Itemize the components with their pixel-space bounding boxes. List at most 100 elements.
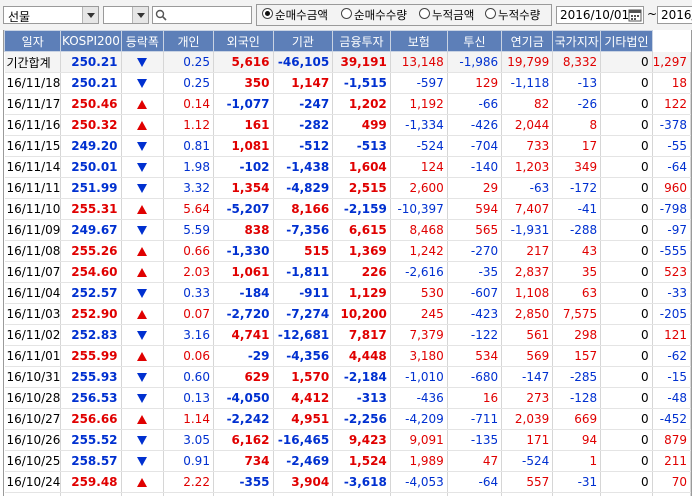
table-row[interactable]: 16/10/28 256.53 0.13 -4,050 4,412 -313 -436 16 2…: [4, 387, 691, 409]
cell-ins: 16: [447, 387, 503, 409]
cell-date: 16/11/10: [4, 198, 62, 220]
cell-ind: 5,616: [213, 51, 274, 73]
cell-ins: 47: [447, 450, 503, 472]
table-row[interactable]: 16/11/18 250.21 0.25 350 1,147 -1,515 -597 129-…: [4, 72, 691, 94]
table-row[interactable]: 16/11/01 255.99 0.06 -29 -4,356 4,448 3,180 534…: [4, 345, 691, 367]
table-row[interactable]: 16/11/02 252.83 3.16 4,741 -12,681 7,817 7,379…: [4, 324, 691, 346]
table-row[interactable]: 16/11/16 250.32 1.12 161 -282 499 -1,334 -426 2,…: [4, 114, 691, 136]
cell-ind: 161: [213, 114, 274, 136]
radio-dot[interactable]: [341, 8, 352, 19]
cell-change: 0.25: [163, 72, 214, 94]
table-row[interactable]: 16/11/07 254.60 2.03 1,061 -1,811 226 -2,616 -3…: [4, 261, 691, 283]
cell-inst: -2,256: [332, 408, 391, 430]
cell-inst: 6,615: [332, 219, 391, 241]
cell-etc: -24: [652, 492, 691, 496]
cell-ind: 734: [213, 450, 274, 472]
column-header[interactable]: 연기금: [501, 30, 554, 52]
cell-frg: 4,412: [273, 387, 334, 409]
cell-direction: [121, 198, 165, 220]
cell-trust: 7,407: [501, 198, 554, 220]
cell-direction: [121, 366, 165, 388]
cell-ind: 1,081: [213, 135, 274, 157]
table-row[interactable]: 16/11/03 252.90 0.07 -2,720 -7,274 10,200 245-…: [4, 303, 691, 325]
market-select[interactable]: 선물: [3, 6, 99, 24]
cell-fin: 13,148: [390, 51, 448, 73]
cell-change: 3.16: [163, 324, 214, 346]
cell-date: 16/11/02: [4, 324, 62, 346]
search-input[interactable]: [152, 6, 252, 24]
column-header[interactable]: 일자: [4, 30, 62, 52]
cell-inst: -3,618: [332, 471, 391, 493]
calendar-icon[interactable]: [628, 8, 642, 22]
table-row[interactable]: 16/11/17 250.46 0.14 -1,077 -247 1,202 1,192 -6…: [4, 93, 691, 115]
table-row[interactable]: 16/11/04 252.57 0.33 -184 -911 1,129 530 -607 1,…: [4, 282, 691, 304]
column-header[interactable]: 등락폭: [120, 30, 165, 52]
table-row[interactable]: 16/10/24 259.48 2.22 -355 3,904 -3,618 -4,053-…: [4, 471, 691, 493]
cell-direction: [121, 282, 165, 304]
cell-frg: -12,681: [273, 324, 334, 346]
date-from-value: 2016/10/01: [560, 8, 630, 22]
cell-change: 0.07: [163, 303, 214, 325]
cell-ins: -607: [447, 282, 503, 304]
cell-ind: 1,354: [213, 177, 274, 199]
cell-change: 2.03: [163, 261, 214, 283]
table-row[interactable]: 16/11/11 251.99 3.32 1,354 -4,829 2,515 2,600 2…: [4, 177, 691, 199]
table-row[interactable]: 16/11/15 249.20 0.81 1,081 -512 -513 -524 -704 7…: [4, 135, 691, 157]
cell-gov: 0: [600, 387, 653, 409]
cell-etc: -555: [652, 240, 691, 262]
table-row[interactable]: 16/10/31 255.93 0.60 629 1,570 -2,184 -1,010 -6…: [4, 366, 691, 388]
triangle-up-icon: [137, 310, 148, 319]
table-row[interactable]: 16/11/14 250.01 1.98 -102 -1,438 1,604 124 -140…: [4, 156, 691, 178]
column-header[interactable]: 외국인: [212, 30, 274, 52]
column-header[interactable]: 국가지자: [552, 30, 602, 52]
column-header[interactable]: 개인: [163, 30, 214, 52]
table-row[interactable]: 16/10/21257.261.15689-2,5851,9252,19652-…: [4, 492, 691, 496]
table-row[interactable]: 16/11/08 255.26 0.66 -1,330 515 1,369 1,242 -27…: [4, 240, 691, 262]
cell-inst: 9,423: [332, 429, 391, 451]
cell-frg: -2,585: [273, 492, 334, 496]
chevron-down-icon[interactable]: [82, 7, 98, 23]
column-header[interactable]: 기관: [272, 30, 334, 52]
date-from-field[interactable]: 2016/10/01: [556, 6, 644, 24]
table-row[interactable]: 16/11/10 255.31 5.64 -5,207 8,166 -2,159 -10,3…: [4, 198, 691, 220]
radio-dot[interactable]: [262, 8, 273, 19]
cell-fin: -436: [390, 387, 448, 409]
cell-trust: 2,039: [501, 408, 554, 430]
cell-trust: -1,931: [501, 219, 554, 241]
cell-ins: 29: [447, 177, 503, 199]
cell-frg: 515: [273, 240, 334, 262]
cell-pen: 8: [552, 114, 602, 136]
cell-ind: -4,050: [213, 387, 274, 409]
cell-direction: [121, 240, 165, 262]
table-row[interactable]: 16/10/25 258.57 0.91 734 -2,469 1,524 1,989 47-…: [4, 450, 691, 472]
column-header[interactable]: 투신: [446, 30, 503, 52]
cell-pen: 298: [552, 324, 602, 346]
search-icon[interactable]: [153, 7, 169, 23]
table-row[interactable]: 16/10/26 255.52 3.05 6,162 -16,465 9,423 9,091…: [4, 429, 691, 451]
cell-ins: -35: [447, 261, 503, 283]
cell-fin: -1,334: [390, 114, 448, 136]
secondary-select[interactable]: [103, 6, 149, 24]
cell-kospi200: 250.21: [60, 51, 122, 73]
cell-etc: 18: [652, 72, 691, 94]
column-header[interactable]: KOSPI200: [60, 30, 122, 52]
column-header[interactable]: 금융투자: [332, 30, 391, 52]
chevron-down-icon[interactable]: [132, 7, 148, 23]
radio-dot[interactable]: [485, 8, 496, 19]
column-header[interactable]: 보험: [389, 30, 448, 52]
radio-label: 순매수수량: [354, 8, 407, 22]
cell-frg: -1,438: [273, 156, 334, 178]
table-row[interactable]: 16/11/09 249.67 5.59 838 -7,356 6,615 8,468 565…: [4, 219, 691, 241]
table-row-total[interactable]: 기간합계 250.21 0.25 5,616 -46,105 39,191 13,148 -1…: [4, 51, 691, 73]
table-row[interactable]: 16/10/27 256.66 1.14 -2,242 4,951 -2,256 -4,20…: [4, 408, 691, 430]
radio-dot[interactable]: [419, 8, 430, 19]
date-range-separator: ~: [647, 7, 658, 21]
date-to-field[interactable]: 2016/: [657, 6, 692, 24]
cell-frg: -4,829: [273, 177, 334, 199]
cell-gov: 0: [600, 51, 653, 73]
cell-gov: 0: [600, 114, 653, 136]
cell-inst: 10,200: [332, 303, 391, 325]
cell-ind: -184: [213, 282, 274, 304]
column-header[interactable]: 기타법인: [600, 30, 653, 52]
investor-trading-table[interactable]: 일자 KOSPI200 등락폭 개인 외국인 기관 금융투자 보험 투신 연기금 국가지자 기타법인 …: [3, 30, 692, 496]
